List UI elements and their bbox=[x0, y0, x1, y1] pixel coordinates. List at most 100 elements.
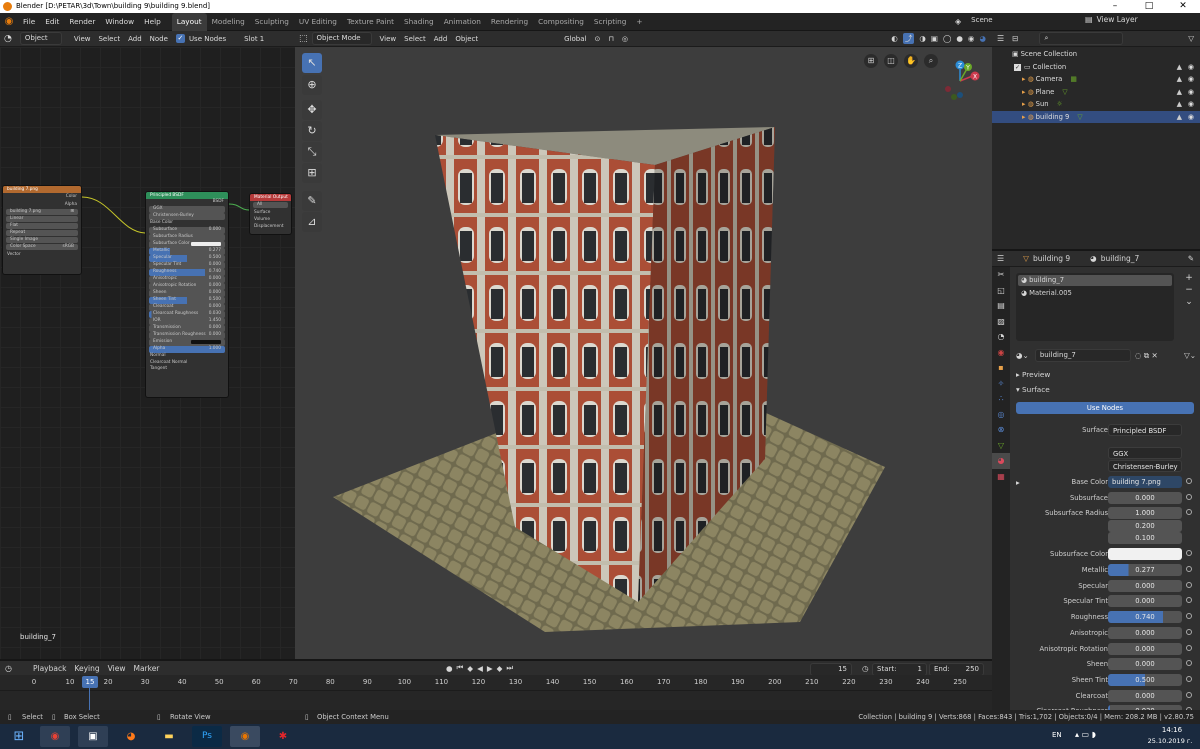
chrome-icon[interactable]: ◉ bbox=[40, 726, 70, 747]
subsurface-field[interactable]: 0.000 bbox=[1108, 492, 1182, 504]
bsdf-sss-dropdown[interactable]: Christensen-Burley bbox=[149, 213, 225, 220]
extension-dropdown[interactable]: Repeat bbox=[6, 229, 78, 236]
clock-date[interactable]: 25.10.2019 г. bbox=[1142, 737, 1198, 745]
scene-name[interactable]: Scene bbox=[967, 15, 1045, 28]
record-icon[interactable]: ● bbox=[446, 664, 453, 673]
transform-tool[interactable]: ⊞ bbox=[302, 163, 322, 183]
prev-keyframe-icon[interactable]: ◆ bbox=[467, 664, 473, 673]
menu-edit[interactable]: Edit bbox=[40, 13, 64, 31]
menu-marker[interactable]: Marker bbox=[129, 664, 163, 673]
scene-tab-icon[interactable]: ◔ bbox=[992, 329, 1010, 345]
link-dropdown-icon[interactable]: ▽⌄ bbox=[1184, 351, 1196, 360]
tool-tab-icon[interactable]: ✂ bbox=[992, 267, 1010, 283]
menu-help[interactable]: Help bbox=[139, 13, 166, 31]
bsdf-field[interactable]: Subsurface 0.000 bbox=[149, 227, 225, 234]
viewport-menu-select[interactable]: Select bbox=[400, 35, 430, 43]
outliner-row-sun[interactable]: ▸ ◍ Sun ☼ ◉ ▲ bbox=[992, 98, 1200, 111]
texture-tab-icon[interactable]: ▦ bbox=[992, 469, 1010, 485]
node-menu-add[interactable]: Add bbox=[124, 35, 146, 43]
rotate-tool[interactable]: ↻ bbox=[302, 121, 322, 141]
outliner-row-camera[interactable]: ▸ ◍ Camera ▦ ◉ ▲ bbox=[992, 73, 1200, 86]
preview-range-icon[interactable]: ◷ bbox=[862, 664, 869, 673]
rendered-shading-icon[interactable]: ◕ bbox=[979, 34, 986, 43]
playhead-frame-indicator[interactable]: 15 bbox=[82, 676, 98, 688]
next-keyframe-icon[interactable]: ◆ bbox=[497, 664, 503, 673]
material-shading-icon[interactable]: ◉ bbox=[968, 34, 975, 43]
zoom-view-icon[interactable]: ⌕ bbox=[924, 54, 938, 68]
file-explorer-icon[interactable]: ▬ bbox=[154, 726, 184, 747]
sss-method-dropdown[interactable]: Christensen-Burley bbox=[1108, 460, 1182, 472]
world-tab-icon[interactable]: ◉ bbox=[992, 345, 1010, 361]
surface-panel-header[interactable]: ▾ Surface bbox=[1016, 385, 1050, 394]
constraints-tab-icon[interactable]: ⊗ bbox=[992, 422, 1010, 438]
fake-user-icon[interactable]: ◌ ⧉ ✕ bbox=[1135, 351, 1158, 361]
close-window-button[interactable]: ✕ bbox=[1166, 0, 1200, 13]
keyframe-icon[interactable] bbox=[1186, 628, 1192, 635]
playhead-line[interactable] bbox=[89, 688, 90, 710]
bsdf-field[interactable]: Metallic 0.277 bbox=[149, 248, 225, 255]
tab-modeling[interactable]: Modeling bbox=[207, 13, 250, 31]
overlay-icon[interactable]: ◑ bbox=[919, 34, 926, 43]
surface-socket-icon[interactable] bbox=[1186, 424, 1192, 430]
keyframe-icon[interactable] bbox=[1186, 675, 1192, 682]
pan-view-icon[interactable]: ✋ bbox=[904, 54, 918, 68]
node-editor-canvas[interactable]: building 7.png Color Alpha building 7.pn… bbox=[0, 47, 295, 659]
bsdf-field[interactable]: Subsurface Radius bbox=[149, 234, 225, 241]
outliner-row-plane[interactable]: ▸ ◍ Plane ▽ ◉ ▲ bbox=[992, 86, 1200, 99]
material-slot-item[interactable]: ◕ Material.005 bbox=[1018, 288, 1172, 299]
bsdf-field[interactable]: Sheen 0.000 bbox=[149, 290, 225, 297]
eye-icon[interactable]: ◉ bbox=[1188, 61, 1194, 74]
tab-animation[interactable]: Animation bbox=[439, 13, 486, 31]
navigation-gizmo[interactable]: Z Y X bbox=[940, 59, 982, 103]
add-workspace-button[interactable]: + bbox=[631, 13, 647, 31]
object-tab-icon[interactable]: ▪ bbox=[992, 360, 1010, 376]
keyframe-icon[interactable] bbox=[1186, 566, 1192, 572]
image-datablock-field[interactable]: building 7.png ⊞ bbox=[6, 208, 78, 215]
object-mode-dropdown[interactable]: Object Mode bbox=[311, 32, 372, 45]
property-value-field[interactable]: 0.740 bbox=[1108, 611, 1182, 624]
subsurface-color-swatch[interactable] bbox=[1108, 548, 1182, 560]
use-nodes-button[interactable]: Use Nodes bbox=[1016, 402, 1194, 414]
projection-dropdown[interactable]: Flat bbox=[6, 222, 78, 229]
keyframe-icon[interactable] bbox=[1186, 550, 1192, 556]
editor-type-icon[interactable]: ◔ bbox=[0, 34, 16, 44]
keyframe-icon[interactable] bbox=[1186, 581, 1192, 588]
select-pointer-icon[interactable]: ▲ bbox=[1177, 98, 1182, 111]
properties-editor-icon[interactable]: ☰ bbox=[992, 254, 1009, 263]
base-color-texture-field[interactable]: building 7.png bbox=[1108, 476, 1182, 488]
play-icon[interactable]: ▶ bbox=[487, 664, 493, 673]
display-mode-icon[interactable]: ⊟ bbox=[1009, 34, 1021, 43]
scale-tool[interactable]: ⤡ bbox=[302, 142, 322, 162]
measure-tool[interactable]: ⊿ bbox=[302, 212, 322, 232]
xray-icon[interactable]: ▣ bbox=[931, 34, 938, 43]
outliner-row-scene-collection[interactable]: ▣ Scene Collection bbox=[992, 48, 1200, 61]
wireframe-shading-icon[interactable]: ◯ bbox=[943, 34, 951, 43]
subsurface-radius-x[interactable]: 1.000 bbox=[1108, 507, 1182, 519]
use-nodes-checkbox[interactable]: ✓ bbox=[175, 34, 185, 43]
screenshot-app-icon[interactable]: ▣ bbox=[78, 726, 108, 747]
eye-icon[interactable]: ◉ bbox=[1188, 73, 1194, 86]
proportional-edit-icon[interactable]: ◎ bbox=[618, 35, 632, 43]
property-value-field[interactable]: 0.500 bbox=[1108, 673, 1182, 686]
bsdf-field[interactable]: IOR 1.450 bbox=[149, 318, 225, 325]
surface-shader-field[interactable]: Principled BSDF bbox=[1108, 424, 1182, 436]
select-pointer-icon[interactable]: ▲ bbox=[1177, 86, 1182, 99]
view-layer-tab-icon[interactable]: ▨ bbox=[992, 314, 1010, 330]
annotate-tool[interactable]: ✎ bbox=[302, 191, 322, 211]
pin-icon[interactable]: ✎ bbox=[1188, 254, 1200, 263]
eye-icon[interactable]: ◉ bbox=[1188, 86, 1194, 99]
collection-checkbox[interactable]: ✓ bbox=[1014, 63, 1021, 71]
material-name-field[interactable]: building_7 bbox=[1034, 349, 1131, 362]
bsdf-field[interactable]: Transmission 0.000 bbox=[149, 325, 225, 332]
bsdf-field[interactable]: Subsurface Color bbox=[149, 241, 225, 248]
keyframe-icon[interactable] bbox=[1186, 691, 1192, 698]
bsdf-field[interactable]: Clearcoat Roughness 0.030 bbox=[149, 311, 225, 318]
add-slot-button[interactable]: + bbox=[1182, 272, 1196, 284]
keyframe-icon[interactable] bbox=[1186, 478, 1192, 484]
outliner-editor-icon[interactable]: ☰ bbox=[992, 34, 1009, 43]
bsdf-color-swatch[interactable] bbox=[191, 340, 221, 344]
solid-shading-icon[interactable]: ● bbox=[956, 34, 963, 43]
bsdf-field[interactable]: Specular 0.500 bbox=[149, 255, 225, 262]
bsdf-field[interactable]: Anisotropic 0.000 bbox=[149, 276, 225, 283]
select-box-tool[interactable]: ↖ bbox=[302, 53, 322, 73]
